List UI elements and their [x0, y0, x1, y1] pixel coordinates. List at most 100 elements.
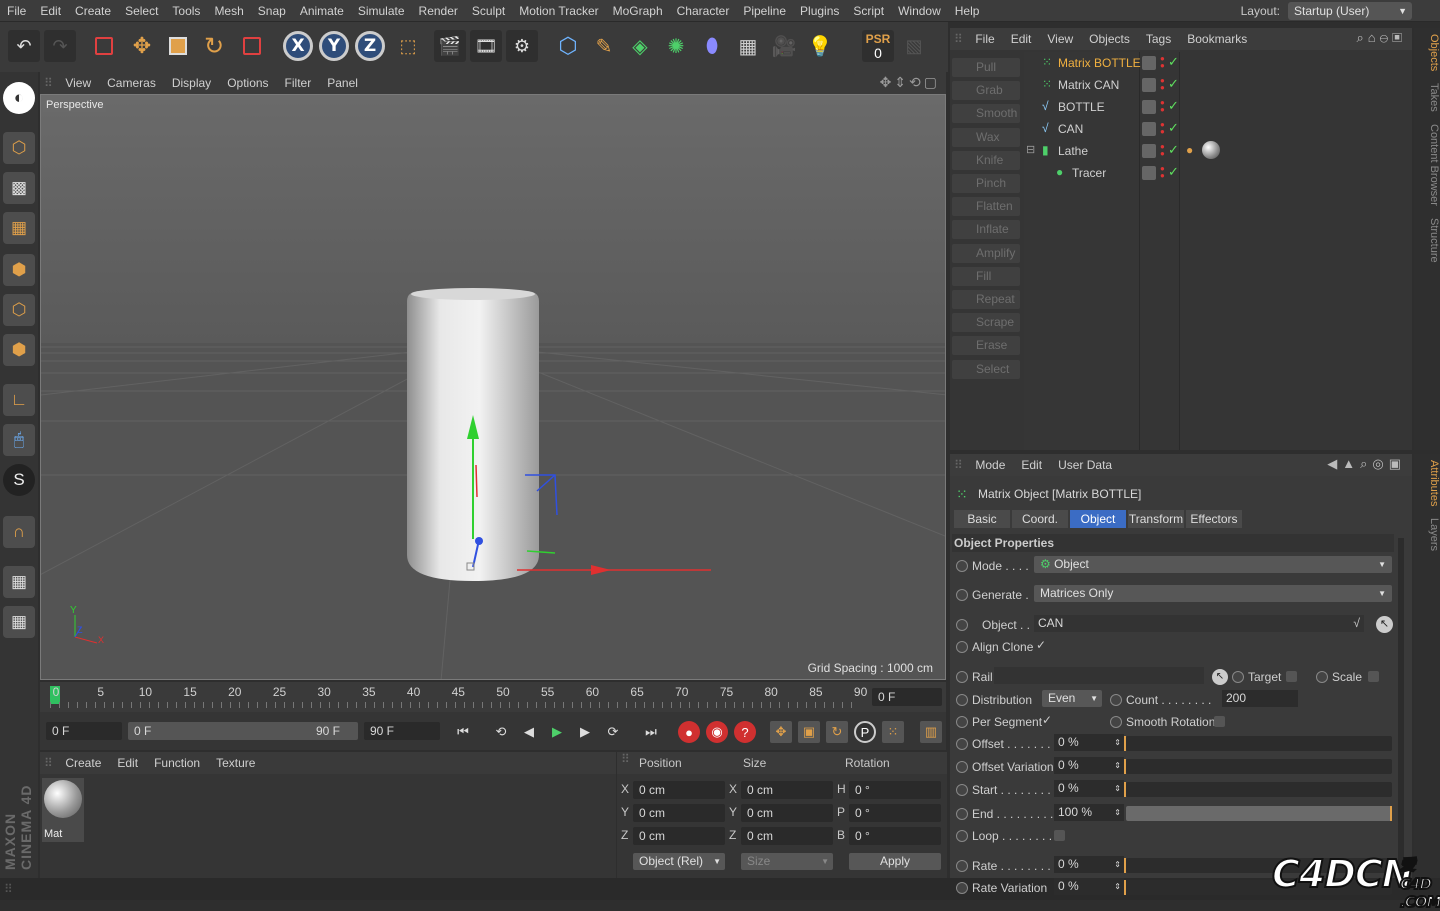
object-link-field[interactable]: CAN √	[1034, 615, 1364, 632]
keyframe-selection-button[interactable]: ?	[734, 721, 756, 743]
menu-window[interactable]: Window	[891, 0, 948, 22]
menu-simulate[interactable]: Simulate	[351, 0, 412, 22]
material-menu-edit[interactable]: Edit	[109, 752, 146, 774]
sculpt-tool-erase[interactable]: Erase	[952, 336, 1020, 356]
current-frame-field[interactable]: 0 F	[872, 688, 942, 706]
sculpt-tool-smooth[interactable]: Smooth	[952, 104, 1020, 124]
stepper-icon[interactable]: ⇕	[1114, 856, 1121, 873]
key-pla-button[interactable]: ⁙	[882, 721, 904, 743]
menu-animate[interactable]: Animate	[293, 0, 351, 22]
om-menu-tags[interactable]: Tags	[1138, 28, 1179, 50]
coord-pos-field[interactable]: 0 cm	[633, 781, 725, 799]
menu-select[interactable]: Select	[118, 0, 165, 22]
sculpt-tool-wax[interactable]: Wax	[952, 127, 1020, 147]
animate-radio[interactable]	[1316, 671, 1328, 683]
move-button[interactable]: ✥	[126, 30, 158, 62]
texture-mode-button[interactable]: ▩	[3, 172, 35, 204]
object-row[interactable]: √ BOTTLE ● ● ✓	[1024, 96, 1412, 118]
om-menu-file[interactable]: File	[967, 28, 1002, 50]
side-tab-content-browser[interactable]: Content Browser	[1414, 118, 1440, 212]
psr-button[interactable]: PSR 0	[862, 30, 894, 62]
object-row[interactable]: √ CAN ● ● ✓	[1024, 118, 1412, 140]
frame-range-slider[interactable]: 0 F 90 F	[128, 722, 358, 740]
viewport-menu-cameras[interactable]: Cameras	[99, 72, 164, 94]
slider-handle[interactable]	[1124, 880, 1126, 895]
offset-var-value-slider[interactable]	[1124, 759, 1392, 774]
menu-tools[interactable]: Tools	[165, 0, 207, 22]
pick-rail-icon[interactable]: ↖	[1212, 669, 1228, 685]
slider-handle[interactable]	[1124, 858, 1126, 873]
menu-mograph[interactable]: MoGraph	[606, 0, 670, 22]
tab-object[interactable]: Object	[1070, 510, 1126, 528]
sculpt-tool-scrape[interactable]: Scrape	[952, 313, 1020, 333]
menu-snap[interactable]: Snap	[251, 0, 293, 22]
key-parameter-button[interactable]: P	[854, 721, 876, 743]
points-mode-button[interactable]: ⬢	[3, 254, 35, 286]
attr-menu-edit[interactable]: Edit	[1013, 454, 1050, 476]
coord-pos-field[interactable]: 0 cm	[633, 827, 725, 845]
om-search-home-icons[interactable]: ⌕⌂⊖▣	[1356, 30, 1406, 46]
end-frame-field[interactable]: 90 F	[364, 722, 440, 740]
menu-create[interactable]: Create	[68, 0, 118, 22]
coordinate-mode-dropdown[interactable]: Object (Rel) ▼	[633, 853, 725, 870]
start-frame-field[interactable]: 0 F	[46, 722, 122, 740]
animate-radio[interactable]	[956, 560, 968, 572]
material-menu-texture[interactable]: Texture	[208, 752, 263, 774]
sculpt-tool-repeat[interactable]: Repeat	[952, 290, 1020, 309]
redo-button[interactable]: ↷	[44, 30, 76, 62]
go-to-start-button[interactable]: ⏮	[452, 721, 474, 743]
menu-sculpt[interactable]: Sculpt	[465, 0, 512, 22]
attr-menu-mode[interactable]: Mode	[967, 454, 1013, 476]
key-scale-button[interactable]: ▣	[798, 721, 820, 743]
start-value-slider[interactable]	[1124, 782, 1392, 797]
sculpt-tool-fill[interactable]: Fill	[952, 266, 1020, 286]
edges-mode-button[interactable]: ⬡	[3, 294, 35, 326]
3d-viewport[interactable]: Y Z X Perspective Grid Spacing : 1000 cm	[40, 94, 946, 680]
rate-var-value-field[interactable]: 0 % ⇕	[1054, 878, 1124, 895]
key-position-button[interactable]: ✥	[770, 721, 792, 743]
tweak-mode-button[interactable]: 🖱	[3, 424, 35, 456]
deformer-button[interactable]: ⬮	[696, 30, 728, 62]
stepper-icon[interactable]: ⇕	[1114, 804, 1121, 821]
menu-pipeline[interactable]: Pipeline	[736, 0, 793, 22]
scale-checkbox[interactable]	[1368, 671, 1379, 682]
material-menu-create[interactable]: Create	[57, 752, 109, 774]
next-key-button[interactable]: ⟳	[602, 721, 624, 743]
rotate-button[interactable]: ↻	[198, 30, 230, 62]
lock-workplane-button[interactable]: ▦	[3, 566, 35, 598]
pick-object-icon[interactable]: ↖	[1376, 616, 1393, 633]
previous-key-button[interactable]: ⟲	[490, 721, 512, 743]
next-frame-button[interactable]: ▶	[574, 721, 596, 743]
coord-pos-field[interactable]: 0 cm	[633, 804, 725, 822]
sculpt-tool-knife[interactable]: Knife	[952, 150, 1020, 170]
timeline-ruler[interactable]: 0 5 10 15 20 25 30 35 40 45 50 55 60 65 70 75 80 85 90 0 F	[40, 682, 946, 712]
play-button[interactable]: ▶	[546, 721, 568, 743]
om-menu-objects[interactable]: Objects	[1081, 28, 1138, 50]
viewport-menu-view[interactable]: View	[57, 72, 99, 94]
cube-button[interactable]: ⬡	[552, 30, 584, 62]
animate-radio[interactable]	[1110, 716, 1122, 728]
make-editable-button[interactable]: ◐	[3, 82, 35, 114]
coord-rot-field[interactable]: 0 °	[849, 804, 941, 822]
sculpt-tool-select[interactable]: Select	[952, 359, 1020, 379]
side-tab-takes[interactable]: Takes	[1414, 77, 1440, 118]
menu-render[interactable]: Render	[412, 0, 465, 22]
sculpt-tool-amplify[interactable]: Amplify	[952, 243, 1020, 263]
coord-size-field[interactable]: 0 cm	[741, 804, 833, 822]
animate-radio[interactable]	[956, 882, 968, 894]
tab-effectors[interactable]: Effectors	[1186, 510, 1242, 528]
tab-basic[interactable]: Basic	[954, 510, 1010, 528]
light-button[interactable]: 💡	[804, 30, 836, 62]
menu-edit[interactable]: Edit	[33, 0, 68, 22]
y-axis-lock-button[interactable]: Y	[319, 31, 349, 61]
scale-button[interactable]	[162, 30, 194, 62]
object-row[interactable]: ● Tracer ● ● ✓	[1024, 162, 1412, 184]
menu-plugins[interactable]: Plugins	[793, 0, 846, 22]
rate-value-field[interactable]: 0 % ⇕	[1054, 856, 1124, 873]
animate-radio[interactable]	[956, 761, 968, 773]
align-clone-checkbox[interactable]: ✓	[1036, 638, 1046, 652]
coord-size-field[interactable]: 0 cm	[741, 781, 833, 799]
render-picture-viewer-button[interactable]: 🎞	[470, 30, 502, 62]
apply-button[interactable]: Apply	[849, 853, 941, 870]
material-swatch[interactable]: Mat	[42, 778, 84, 842]
